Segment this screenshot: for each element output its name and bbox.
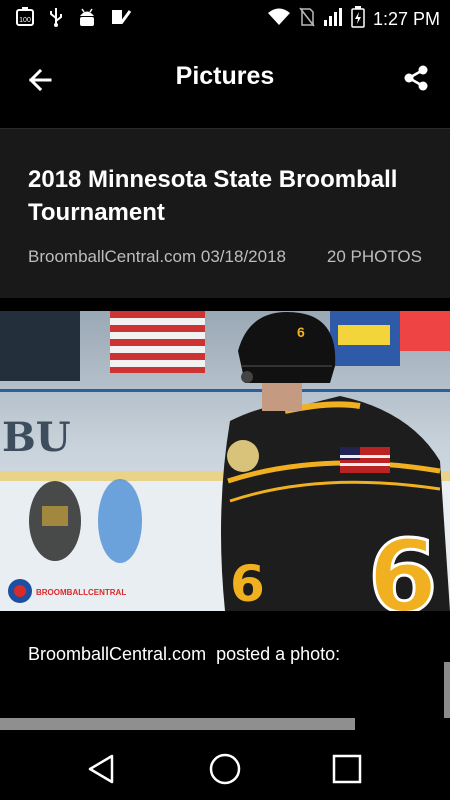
android-debug-icon (76, 6, 98, 33)
wifi-icon (267, 7, 291, 32)
nav-home-button[interactable] (203, 747, 247, 791)
status-bar: 100 1:27 PM (0, 0, 450, 36)
svg-text:100: 100 (19, 17, 31, 24)
american-flag-banner (110, 311, 205, 373)
nav-back-button[interactable] (80, 747, 124, 791)
photo-image: BU BROOMBALLCENTRAL 6 6 6 (0, 311, 450, 611)
album-photo-count: 20 PHOTOS (326, 247, 422, 266)
recents-square-icon (332, 754, 362, 784)
page-title: Pictures (175, 62, 275, 90)
battery-charging-icon (351, 6, 365, 33)
app-bar: Pictures (0, 36, 450, 128)
status-time: 1:27 PM (372, 9, 440, 29)
svg-text:6: 6 (297, 324, 305, 340)
svg-text:6: 6 (368, 518, 438, 611)
usb-icon (48, 6, 64, 33)
nav-recents-button[interactable] (325, 747, 369, 791)
svg-text:6: 6 (230, 555, 265, 611)
album-title: 2018 Minnesota State Broomball Tournamen… (28, 166, 398, 226)
svg-text:BROOMBALLCENTRAL: BROOMBALLCENTRAL (36, 588, 126, 597)
system-nav-bar (0, 733, 450, 800)
album-source-date: BroomballCentral.com 03/18/2018 (28, 247, 286, 266)
no-sim-icon (299, 7, 315, 32)
back-triangle-icon (88, 754, 114, 784)
post-caption: BroomballCentral.com posted a photo: (28, 644, 341, 664)
svg-text:BU: BU (2, 414, 71, 461)
battery-100-icon: 100 (14, 6, 36, 33)
signal-icon (323, 7, 343, 32)
album-photo[interactable]: BU BROOMBALLCENTRAL 6 6 6 (0, 311, 450, 611)
task-check-icon (110, 6, 132, 33)
album-header: 2018 Minnesota State Broomball Tournamen… (0, 128, 450, 298)
album-meta: BroomballCentral.com 03/18/2018 20 PHOTO… (28, 247, 438, 271)
share-button[interactable] (396, 58, 436, 98)
home-circle-icon (209, 753, 241, 785)
share-icon (404, 65, 428, 91)
vertical-scrollbar[interactable] (444, 662, 450, 718)
horizontal-scrollbar[interactable] (0, 718, 355, 730)
